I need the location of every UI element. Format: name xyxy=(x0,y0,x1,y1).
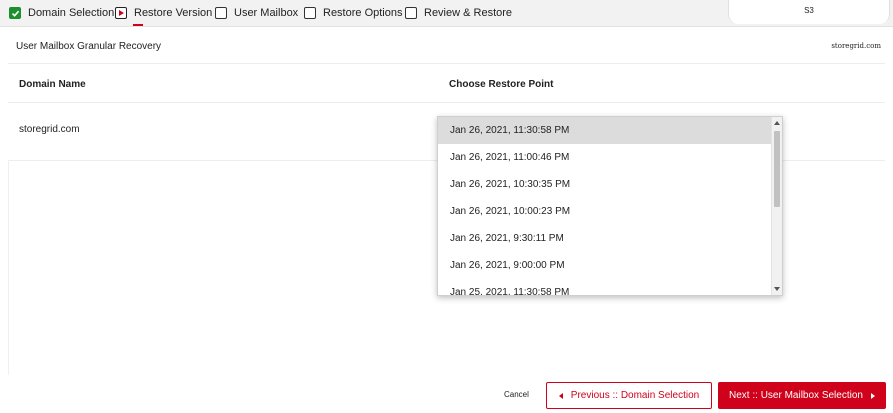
dropdown-scrollbar[interactable] xyxy=(771,117,782,295)
restore-point-option[interactable]: Jan 25, 2021, 11:30:58 PM xyxy=(438,279,772,295)
column-header-restore-point: Choose Restore Point xyxy=(449,79,554,90)
divider xyxy=(8,102,885,103)
step-restore-version[interactable]: Restore Version xyxy=(115,5,213,26)
tab-label: S3 xyxy=(804,6,814,15)
previous-button[interactable]: Previous :: Domain Selection xyxy=(546,382,712,409)
next-button[interactable]: Next :: User Mailbox Selection xyxy=(718,382,886,409)
checkbox-empty-icon xyxy=(405,7,417,19)
restore-point-option[interactable]: Jan 26, 2021, 9:00:00 PM xyxy=(438,252,772,279)
restore-point-dropdown[interactable]: Jan 26, 2021, 11:30:58 PM Jan 26, 2021, … xyxy=(437,116,783,296)
panel-border xyxy=(8,160,9,375)
scroll-up-arrow-icon[interactable] xyxy=(774,121,780,125)
scrollbar-thumb[interactable] xyxy=(774,131,780,207)
divider xyxy=(8,63,885,64)
brand-text: storegrid.com xyxy=(831,42,881,50)
next-button-label: Next :: User Mailbox Selection xyxy=(729,390,863,401)
domain-name-cell: storegrid.com xyxy=(19,124,80,135)
step-label: Restore Version xyxy=(134,7,213,19)
step-domain-selection[interactable]: Domain Selection xyxy=(9,5,114,21)
step-label: Domain Selection xyxy=(28,7,115,19)
tab-s3[interactable]: S3 xyxy=(728,0,890,24)
restore-point-option[interactable]: Jan 26, 2021, 10:30:35 PM xyxy=(438,171,772,198)
scroll-down-arrow-icon[interactable] xyxy=(774,287,780,291)
checkbox-checked-icon xyxy=(9,7,21,19)
wizard-steps-bar: Domain Selection Restore Version User Ma… xyxy=(0,0,893,27)
step-restore-options[interactable]: Restore Options xyxy=(304,5,402,21)
step-label: Restore Options xyxy=(323,7,403,19)
play-box-icon xyxy=(115,7,127,19)
triangle-right-icon xyxy=(870,392,875,399)
column-header-domain-name: Domain Name xyxy=(19,79,86,90)
cancel-button[interactable]: Cancel xyxy=(504,390,529,399)
checkbox-empty-icon xyxy=(304,7,316,19)
previous-button-label: Previous :: Domain Selection xyxy=(570,390,700,401)
restore-point-option[interactable]: Jan 26, 2021, 11:30:58 PM xyxy=(438,117,772,144)
step-review-restore[interactable]: Review & Restore xyxy=(405,5,512,21)
restore-point-option[interactable]: Jan 26, 2021, 10:00:23 PM xyxy=(438,198,772,225)
checkbox-empty-icon xyxy=(215,7,227,19)
step-label: User Mailbox xyxy=(234,7,299,19)
restore-point-option[interactable]: Jan 26, 2021, 9:30:11 PM xyxy=(438,225,772,252)
panel-title: User Mailbox Granular Recovery xyxy=(16,41,162,52)
step-label: Review & Restore xyxy=(424,7,513,19)
restore-point-option[interactable]: Jan 26, 2021, 11:00:46 PM xyxy=(438,144,772,171)
triangle-left-icon xyxy=(558,392,563,399)
step-user-mailbox[interactable]: User Mailbox xyxy=(215,5,298,21)
